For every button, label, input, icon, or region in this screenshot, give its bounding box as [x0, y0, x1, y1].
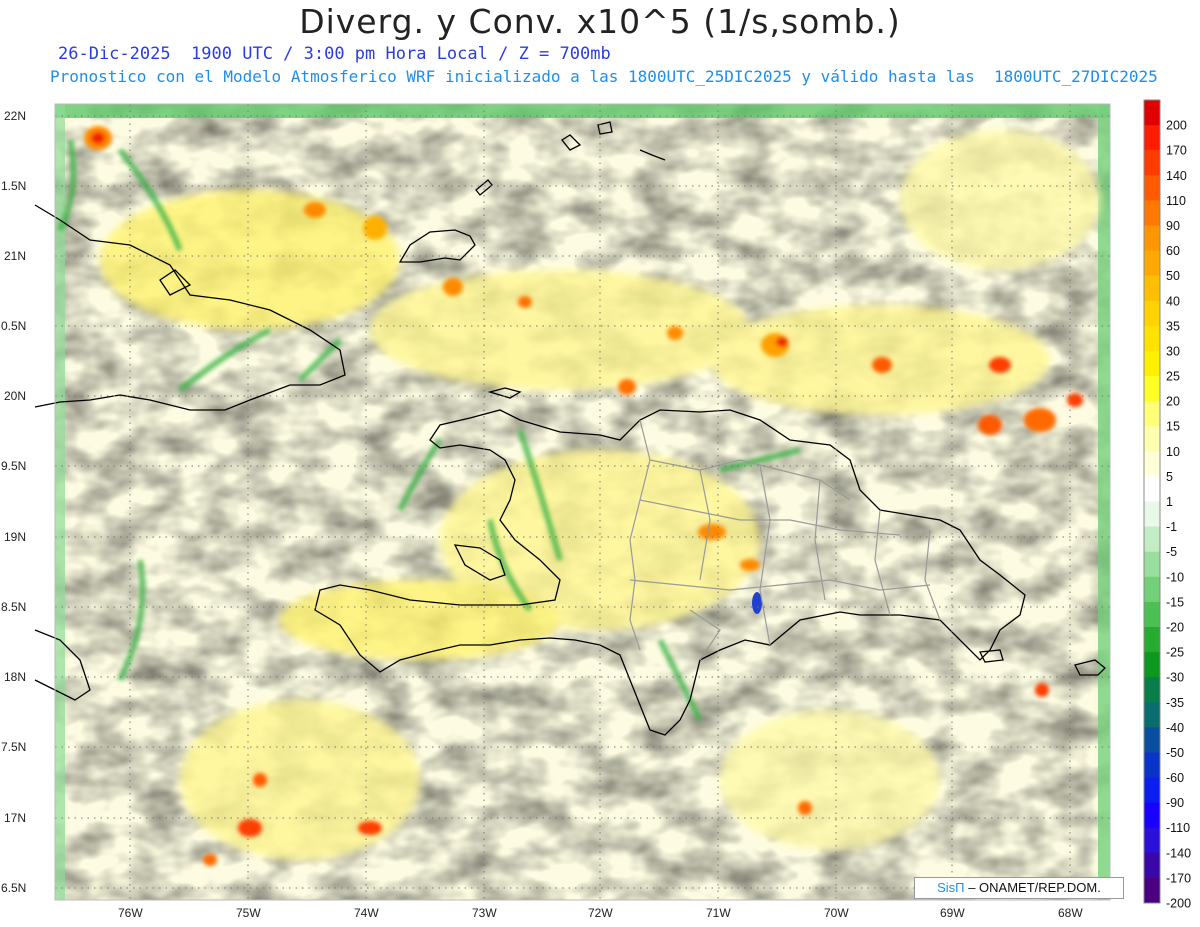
colorbar-swatch — [1144, 451, 1160, 477]
lat-label: 7.5N — [1, 740, 26, 754]
colorbar-label: 40 — [1166, 294, 1180, 308]
map-figure: 76W 75W 74W 73W 72W 71W 70W 69W 68W 22N … — [1, 99, 1191, 920]
colorbar-label: 50 — [1166, 269, 1180, 283]
colorbar-label: -5 — [1166, 545, 1177, 559]
colorbar-label: -25 — [1166, 646, 1184, 660]
colorbar-label: 30 — [1166, 344, 1180, 358]
colorbar-swatch — [1144, 200, 1160, 226]
colorbar-swatch — [1144, 526, 1160, 553]
colorbar-swatch — [1144, 501, 1160, 528]
colorbar-label: 170 — [1166, 144, 1187, 158]
colorbar-label: -60 — [1166, 771, 1184, 785]
colorbar-label: 35 — [1166, 319, 1180, 333]
lon-label: 74W — [354, 906, 379, 920]
colorbar-label: -200 — [1166, 897, 1191, 911]
colorbar-swatch — [1144, 601, 1160, 628]
colorbar-label: 5 — [1166, 470, 1173, 484]
colorbar-label: -90 — [1166, 796, 1184, 810]
lat-label: 22N — [4, 109, 26, 123]
colorbar-swatch — [1144, 827, 1160, 854]
colorbar-label: -140 — [1166, 846, 1191, 860]
lon-label: 71W — [706, 906, 731, 920]
colorbar-swatch — [1144, 350, 1160, 377]
colorbar-label: -30 — [1166, 671, 1184, 685]
colorbar-swatch — [1144, 702, 1160, 728]
colorbar-label: -40 — [1166, 721, 1184, 735]
colorbar-label: 60 — [1166, 244, 1180, 258]
lat-label: 0.5N — [1, 319, 26, 333]
colorbar-swatch — [1144, 300, 1160, 327]
colorbar-swatch — [1144, 376, 1160, 402]
colorbar-swatch — [1144, 401, 1160, 427]
colorbar-swatch — [1144, 576, 1160, 603]
colorbar-label: 200 — [1166, 119, 1187, 133]
colorbar-label: 20 — [1166, 395, 1180, 409]
colorbar-swatch — [1144, 250, 1160, 277]
colorbar-label: -50 — [1166, 746, 1184, 760]
colorbar-swatch — [1144, 852, 1160, 879]
colorbar-swatch — [1144, 426, 1160, 452]
credit-box: SisΠ – ONAMET/REP.DOM. — [914, 877, 1124, 899]
colorbar-label: 140 — [1166, 169, 1187, 183]
colorbar-label: -15 — [1166, 595, 1184, 609]
latitude-labels: 22N 1.5N 21N 0.5N 20N 9.5N 19N 8.5N 18N … — [1, 109, 26, 895]
lat-label: 8.5N — [1, 600, 26, 614]
lon-label: 69W — [940, 906, 965, 920]
lat-label: 21N — [4, 249, 26, 263]
colorbar-swatch — [1144, 652, 1160, 678]
lat-label: 20N — [4, 389, 26, 403]
longitude-labels: 76W 75W 74W 73W 72W 71W 70W 69W 68W — [118, 906, 1083, 920]
colorbar-swatch — [1144, 677, 1160, 703]
lon-label: 70W — [824, 906, 849, 920]
colorbar-swatch — [1144, 275, 1160, 302]
lat-label: 18N — [4, 670, 26, 684]
colorbar-label: -1 — [1166, 520, 1177, 534]
colorbar-label: -35 — [1166, 696, 1184, 710]
colorbar-swatch — [1144, 125, 1160, 151]
lat-label: 9.5N — [1, 459, 26, 473]
colorbar-swatch — [1144, 100, 1160, 126]
colorbar: 200 170 140 110 90 60 50 40 35 30 25 20 15 10 5 1 -1 -5 -1… — [1143, 99, 1191, 911]
lon-label: 72W — [588, 906, 613, 920]
colorbar-swatch — [1144, 325, 1160, 352]
lat-label: 17N — [4, 811, 26, 825]
colorbar-swatch — [1144, 802, 1160, 829]
lat-label: 6.5N — [1, 881, 26, 895]
colorbar-label: 25 — [1166, 370, 1180, 384]
colorbar-label: -110 — [1166, 821, 1190, 835]
colorbar-swatch — [1144, 225, 1160, 252]
sistema-logo-text: SisΠ — [937, 880, 965, 895]
colorbar-label: -20 — [1166, 620, 1184, 634]
colorbar-swatch — [1144, 551, 1160, 578]
colorbar-label: 90 — [1166, 219, 1180, 233]
lon-label: 75W — [236, 906, 261, 920]
colorbar-swatch — [1144, 626, 1160, 653]
colorbar-swatch — [1144, 877, 1160, 904]
credit-text: – ONAMET/REP.DOM. — [968, 880, 1101, 895]
colorbar-swatch — [1144, 777, 1160, 804]
colorbar-swatch — [1144, 476, 1160, 502]
colorbar-swatch — [1144, 175, 1160, 201]
colorbar-swatch — [1144, 150, 1160, 176]
colorbar-label: -10 — [1166, 570, 1184, 584]
lat-label: 19N — [4, 530, 26, 544]
colorbar-label: 15 — [1166, 420, 1180, 434]
lon-label: 76W — [118, 906, 143, 920]
lat-label: 1.5N — [1, 179, 26, 193]
colorbar-label: 110 — [1166, 194, 1186, 208]
colorbar-swatch — [1144, 752, 1160, 779]
lon-label: 73W — [472, 906, 497, 920]
colorbar-label: 1 — [1166, 495, 1173, 509]
colorbar-swatch — [1144, 727, 1160, 753]
colorbar-label: 10 — [1166, 445, 1180, 459]
lon-label: 68W — [1058, 906, 1083, 920]
colorbar-label: -170 — [1166, 871, 1191, 885]
